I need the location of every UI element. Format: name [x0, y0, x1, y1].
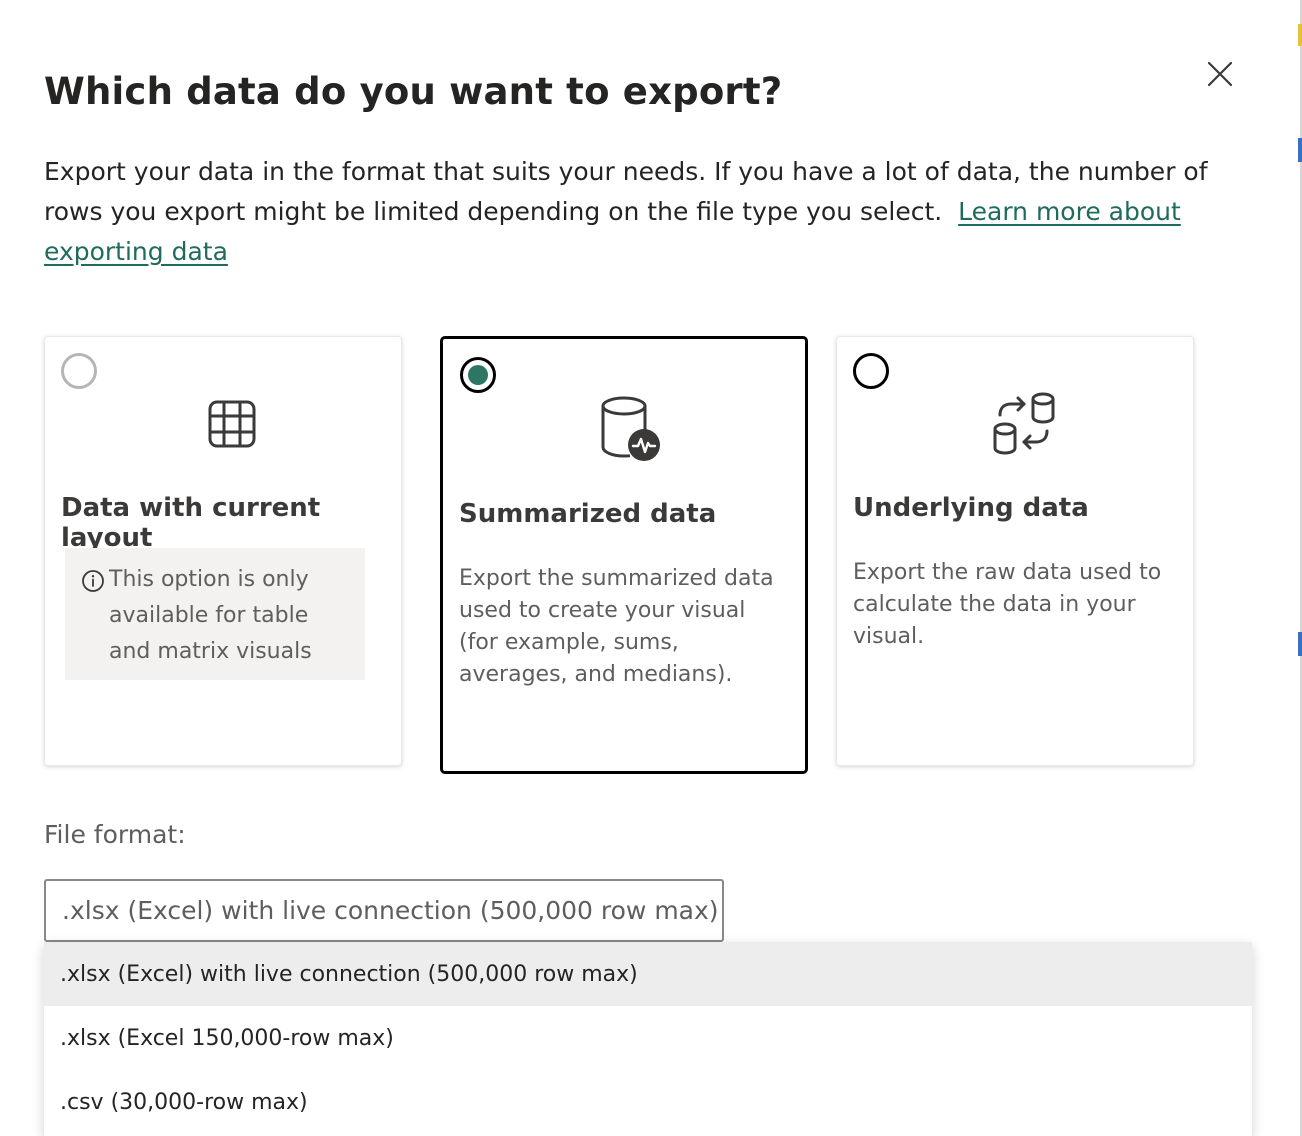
radio-current-layout[interactable] — [61, 353, 97, 389]
radio-summarized[interactable] — [460, 357, 496, 393]
card-title: Summarized data — [459, 499, 717, 529]
card-title: Data with current layout — [61, 493, 321, 553]
close-icon — [1207, 61, 1233, 87]
option-card-current-layout[interactable]: Data with current layout This option is … — [44, 336, 402, 766]
option-card-summarized[interactable]: Summarized data Export the summarized da… — [440, 336, 808, 774]
dialog-description: Export your data in the format that suit… — [44, 152, 1224, 272]
card-title: Underlying data — [853, 493, 1089, 523]
option-card-underlying[interactable]: Underlying data Export the raw data used… — [836, 336, 1194, 766]
close-button[interactable] — [1200, 54, 1240, 94]
table-grid-icon — [208, 400, 256, 448]
dropdown-option-csv[interactable]: .csv (30,000-row max) — [44, 1070, 1252, 1134]
card-description: Export the raw data used to calculate th… — [853, 560, 1162, 649]
file-format-dropdown: .xlsx (Excel) with live connection (500,… — [44, 942, 1252, 1136]
file-format-select[interactable]: .xlsx (Excel) with live connection (500,… — [44, 879, 724, 942]
info-icon — [82, 570, 104, 592]
dropdown-option-xlsx[interactable]: .xlsx (Excel 150,000-row max) — [44, 1006, 1252, 1070]
info-text: This option is only available for table … — [109, 567, 312, 664]
database-activity-icon — [601, 396, 660, 461]
card-description: Export the summarized data used to creat… — [459, 566, 774, 687]
database-arrows-icon — [993, 392, 1055, 455]
dialog-title: Which data do you want to export? — [44, 70, 783, 113]
radio-underlying[interactable] — [853, 353, 889, 389]
edge-indicator — [1298, 24, 1302, 46]
dropdown-option-xlsx-live[interactable]: .xlsx (Excel) with live connection (500,… — [44, 942, 1252, 1006]
info-notice: This option is only available for table … — [65, 548, 365, 680]
edge-indicator — [1298, 138, 1302, 162]
file-format-label: File format: — [44, 820, 186, 849]
edge-indicator — [1298, 632, 1302, 656]
file-format-selected-value: .xlsx (Excel) with live connection (500,… — [62, 896, 719, 925]
